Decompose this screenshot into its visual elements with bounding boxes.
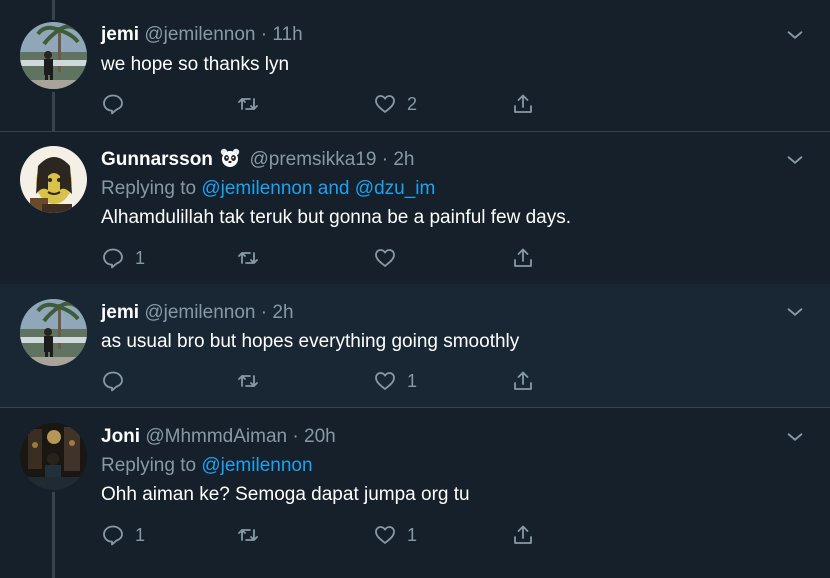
- reply-button[interactable]: 1: [101, 245, 145, 271]
- separator-dot: ·: [260, 302, 268, 323]
- reply-icon: [103, 525, 123, 546]
- retweet-icon: [238, 98, 258, 110]
- chevron-down-icon[interactable]: [784, 426, 806, 448]
- tweet[interactable]: jemi @jemilennon · 11h we hope so thanks…: [0, 0, 830, 131]
- tweet-text: we hope so thanks lyn: [101, 54, 290, 75]
- display-name[interactable]: jemi: [101, 24, 139, 45]
- retweet-icon: [238, 375, 258, 387]
- reply-count: 1: [135, 524, 146, 545]
- replying-to-users[interactable]: @jemilennon: [201, 455, 312, 476]
- display-name[interactable]: Joni: [101, 426, 140, 447]
- tweet-text: Alhamdulillah tak teruk but gonna be a p…: [101, 207, 572, 228]
- separator-dot: ·: [381, 149, 389, 170]
- reply-icon: [103, 94, 123, 115]
- reply-button[interactable]: 1: [101, 522, 145, 548]
- replying-to-prefix: Replying to: [101, 178, 202, 199]
- retweet-button[interactable]: [236, 522, 260, 548]
- replying-to-users[interactable]: @jemilennon and @dzu_im: [201, 178, 435, 199]
- tweet-header: Gunnarsson @premsikka19 · 2h: [101, 148, 415, 172]
- like-count: 1: [407, 524, 418, 545]
- share-button[interactable]: [511, 91, 535, 117]
- like-count: 1: [407, 370, 418, 391]
- separator-dot: ·: [260, 24, 268, 45]
- chevron-down-icon[interactable]: [784, 149, 806, 171]
- separator-dot: ·: [292, 426, 299, 447]
- chevron-down-icon[interactable]: [784, 24, 806, 46]
- reply-count: 1: [135, 247, 146, 268]
- replying-to: Replying to @jemilennon and @dzu_im: [101, 177, 435, 201]
- timestamp[interactable]: 2h: [272, 302, 293, 323]
- action-bar: 1: [101, 368, 541, 394]
- timestamp[interactable]: 20h: [304, 426, 336, 447]
- share-icon: [514, 94, 532, 113]
- share-icon: [514, 525, 532, 544]
- retweet-button[interactable]: [236, 245, 260, 271]
- retweet-icon: [238, 252, 258, 264]
- display-name[interactable]: jemi: [101, 302, 139, 323]
- like-button[interactable]: 1: [373, 368, 417, 394]
- heart-icon: [375, 95, 395, 113]
- tweet-text: as usual bro but hopes everything going …: [101, 331, 520, 352]
- like-button[interactable]: [373, 245, 407, 271]
- user-handle[interactable]: @jemilennon: [144, 302, 255, 323]
- action-bar: 2: [101, 91, 541, 117]
- tweet[interactable]: jemi @jemilennon · 2h as usual bro but h…: [0, 284, 830, 407]
- reply-icon: [103, 371, 123, 392]
- share-icon: [514, 248, 532, 267]
- like-button[interactable]: 2: [373, 91, 417, 117]
- timestamp[interactable]: 11h: [272, 24, 302, 45]
- like-count: 2: [407, 93, 418, 114]
- action-bar: 1 1: [101, 522, 541, 548]
- user-handle[interactable]: @premsikka19: [249, 149, 376, 170]
- chevron-down-icon[interactable]: [784, 301, 806, 323]
- avatar[interactable]: [20, 22, 87, 89]
- timestamp[interactable]: 2h: [393, 149, 414, 170]
- avatar[interactable]: [20, 299, 87, 366]
- avatar[interactable]: [20, 146, 87, 213]
- retweet-icon: [238, 529, 258, 541]
- tweet[interactable]: Joni @MhmmdAiman · 20h Replying to @jemi…: [0, 408, 830, 578]
- retweet-button[interactable]: [236, 91, 260, 117]
- share-button[interactable]: [511, 245, 535, 271]
- user-handle[interactable]: @jemilennon: [144, 24, 255, 45]
- tweet[interactable]: Gunnarsson @premsikka19 · 2h Replying to…: [0, 132, 830, 284]
- heart-icon: [375, 372, 395, 390]
- like-button[interactable]: 1: [373, 522, 417, 548]
- user-handle[interactable]: @MhmmdAiman: [145, 426, 287, 447]
- retweet-button[interactable]: [236, 368, 260, 394]
- conversation-timeline: jemi @jemilennon · 11h we hope so thanks…: [0, 0, 830, 578]
- display-name[interactable]: Gunnarsson: [101, 149, 213, 170]
- heart-icon: [375, 249, 395, 267]
- reply-icon: [103, 248, 123, 269]
- share-button[interactable]: [511, 522, 535, 548]
- action-bar: 1: [101, 245, 541, 271]
- replying-to: Replying to @jemilennon: [101, 454, 313, 478]
- panda-face-emoji: [220, 148, 240, 167]
- share-button[interactable]: [511, 368, 535, 394]
- avatar[interactable]: [20, 423, 87, 490]
- tweet-text: Ohh aiman ke? Semoga dapat jumpa org tu: [101, 484, 470, 505]
- heart-icon: [375, 526, 395, 544]
- tweet-header: jemi @jemilennon · 2h: [101, 301, 294, 325]
- reply-button[interactable]: [101, 368, 135, 394]
- tweet-header: jemi @jemilennon · 11h: [101, 23, 303, 47]
- reply-button[interactable]: [101, 91, 135, 117]
- replying-to-prefix: Replying to: [101, 455, 202, 476]
- tweet-header: Joni @MhmmdAiman · 20h: [101, 425, 336, 449]
- share-icon: [514, 371, 532, 390]
